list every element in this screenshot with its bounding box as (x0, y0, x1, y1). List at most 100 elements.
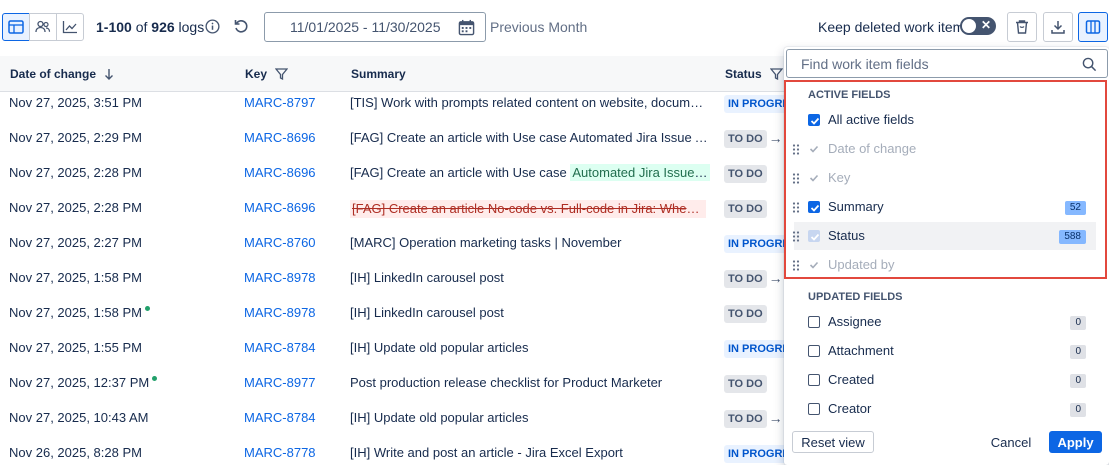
cancel-button[interactable]: Cancel (984, 431, 1038, 453)
users-view-button[interactable] (29, 13, 57, 41)
chart-view-button[interactable] (56, 13, 84, 41)
summary-text: [IH] Update old popular articles (350, 340, 529, 355)
field-label: Assignee (828, 314, 882, 329)
status-cell: IN PROGRESS (724, 435, 784, 465)
key-cell[interactable]: MARC-8760 (244, 225, 334, 260)
arrow-right-icon: → (768, 130, 783, 147)
drag-handle-icon[interactable] (792, 260, 800, 271)
issue-key-link[interactable]: MARC-8778 (244, 445, 316, 460)
field-checkbox[interactable] (808, 316, 820, 328)
key-cell[interactable]: MARC-8797 (244, 85, 334, 120)
issue-key-link[interactable]: MARC-8696 (244, 165, 316, 180)
col-status-label: Status (725, 67, 762, 81)
date-preset-label[interactable]: Previous Month (490, 19, 587, 35)
issue-key-link[interactable]: MARC-8784 (244, 410, 316, 425)
updated-field-option[interactable]: Created 0 (794, 366, 1096, 394)
all-active-checkbox[interactable] (808, 114, 820, 126)
date-cell: Nov 27, 2025, 2:29 PM (9, 120, 239, 155)
status-cell: TO DO → (724, 260, 784, 295)
filter-icon[interactable] (769, 68, 783, 80)
issue-key-link[interactable]: MARC-8784 (244, 340, 316, 355)
updated-field-option[interactable]: Assignee 0 (794, 308, 1096, 336)
col-date-header[interactable]: Date of change (10, 67, 114, 81)
issue-key-link[interactable]: MARC-8696 (244, 130, 316, 145)
field-checkbox[interactable] (808, 345, 820, 357)
summary-text: [IH] LinkedIn carousel post (350, 270, 504, 285)
toolbar: 1-100 of 926 logs 11/01/2025 - 11/30/202… (0, 0, 1109, 54)
all-active-fields-option[interactable]: All active fields (794, 106, 1096, 134)
active-field-option[interactable]: Date of change (792, 135, 1096, 163)
col-key-header[interactable]: Key (245, 67, 289, 81)
field-checkbox[interactable] (808, 403, 820, 415)
table-view-button[interactable] (2, 13, 30, 41)
active-field-option[interactable]: Updated by (792, 251, 1096, 279)
key-cell[interactable]: MARC-8778 (244, 435, 334, 465)
refresh-icon[interactable] (233, 18, 249, 34)
date-text: Nov 26, 2025, 8:28 PM (9, 445, 142, 460)
updated-field-option[interactable]: Attachment 0 (794, 337, 1096, 365)
field-checkbox[interactable] (808, 230, 820, 242)
sort-down-icon[interactable] (104, 68, 114, 80)
toggle-knob (962, 19, 976, 33)
date-text: Nov 27, 2025, 12:37 PM (9, 375, 150, 390)
change-count-badge: 0 (1070, 374, 1086, 388)
summary-cell: [IH] Update old popular articles (350, 400, 710, 435)
key-cell[interactable]: MARC-8696 (244, 155, 334, 190)
field-checkbox (808, 259, 820, 271)
key-cell[interactable]: MARC-8784 (244, 330, 334, 365)
key-cell[interactable]: MARC-8784 (244, 400, 334, 435)
issue-key-link[interactable]: MARC-8977 (244, 375, 316, 390)
drag-handle-icon[interactable] (792, 231, 800, 242)
field-checkbox[interactable] (808, 374, 820, 386)
key-cell[interactable]: MARC-8696 (244, 190, 334, 225)
drag-handle-icon[interactable] (792, 144, 800, 155)
issue-key-link[interactable]: MARC-8696 (244, 200, 316, 215)
status-cell: IN PROGRESS (724, 85, 784, 120)
arrow-right-icon: → (768, 410, 783, 427)
field-search-input[interactable]: Find work item fields (786, 49, 1108, 78)
updated-field-option[interactable]: Creator 0 (794, 395, 1096, 423)
issue-key-link[interactable]: MARC-8978 (244, 305, 316, 320)
col-summary-header[interactable]: Summary (351, 67, 406, 81)
issue-key-link[interactable]: MARC-8797 (244, 95, 316, 110)
keep-deleted-toggle[interactable]: ✕ (960, 17, 996, 35)
active-fields-title: ACTIVE FIELDS (808, 89, 891, 101)
download-button[interactable] (1043, 12, 1073, 42)
active-field-option[interactable]: Key (792, 164, 1096, 192)
apply-button[interactable]: Apply (1049, 431, 1102, 453)
calendar-icon[interactable] (458, 19, 475, 36)
arrow-right-icon: → (768, 270, 783, 287)
col-status-header[interactable]: Status (725, 67, 783, 81)
summary-cell: [FAG] Create an article with Use case Au… (350, 155, 710, 190)
reset-view-button[interactable]: Reset view (792, 431, 874, 453)
filter-icon[interactable] (275, 68, 289, 80)
active-field-option[interactable]: Summary 52 (792, 193, 1096, 221)
date-text: Nov 27, 2025, 1:55 PM (9, 340, 142, 355)
active-field-option[interactable]: Status 588 (792, 222, 1096, 250)
trash-button[interactable] (1007, 12, 1037, 42)
summary-cell: [IH] LinkedIn carousel post (350, 260, 710, 295)
field-label: Key (828, 170, 851, 185)
summary-cell: [IH] LinkedIn carousel post (350, 295, 710, 330)
field-checkbox[interactable] (808, 201, 820, 213)
check-icon (810, 117, 820, 125)
status-lozenge: TO DO (724, 374, 767, 393)
columns-button[interactable] (1078, 12, 1108, 42)
status-lozenge: IN PROGRESS (724, 339, 784, 358)
field-checkbox (808, 143, 820, 155)
date-range-input[interactable]: 11/01/2025 - 11/30/2025 (264, 12, 486, 42)
issue-key-link[interactable]: MARC-8978 (244, 270, 316, 285)
key-cell[interactable]: MARC-8696 (244, 120, 334, 155)
download-icon (1051, 21, 1065, 34)
info-icon[interactable] (205, 19, 220, 34)
key-cell[interactable]: MARC-8978 (244, 295, 334, 330)
issue-key-link[interactable]: MARC-8760 (244, 235, 316, 250)
drag-handle-icon[interactable] (792, 173, 800, 184)
change-count-badge: 52 (1064, 201, 1086, 215)
drag-handle-icon[interactable] (792, 202, 800, 213)
key-cell[interactable]: MARC-8978 (244, 260, 334, 295)
key-cell[interactable]: MARC-8977 (244, 365, 334, 400)
status-cell: TO DO → (724, 120, 784, 155)
field-label: Date of change (828, 141, 917, 156)
view-switcher (2, 13, 84, 41)
